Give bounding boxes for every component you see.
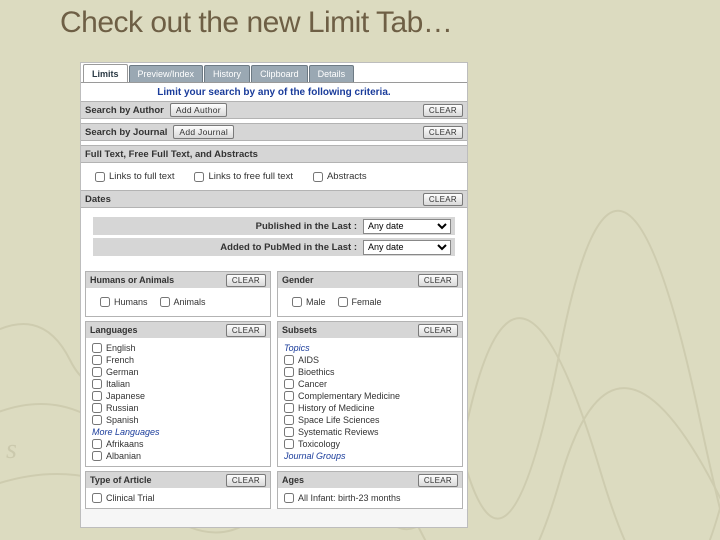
published-last-row: Published in the Last : Any date xyxy=(93,217,455,235)
slide-title: Check out the new Limit Tab… xyxy=(60,6,452,40)
gender-header: Gender xyxy=(282,275,314,285)
add-author-button[interactable]: Add Author xyxy=(170,103,227,117)
check-lang-russian[interactable]: Russian xyxy=(92,403,264,413)
check-topic-space[interactable]: Space Life Sciences xyxy=(284,415,456,425)
ages-header: Ages xyxy=(282,475,304,485)
published-last-label: Published in the Last : xyxy=(97,221,363,232)
clear-journal-button[interactable]: Clear xyxy=(423,126,463,139)
check-female[interactable]: Female xyxy=(338,297,382,307)
humans-header: Humans or Animals xyxy=(90,275,174,285)
section-fulltext-label: Full Text, Free Full Text, and Abstracts xyxy=(85,149,258,160)
clear-humans-button[interactable]: Clear xyxy=(226,274,266,287)
check-lang-french[interactable]: French xyxy=(92,355,264,365)
check-topic-complementary[interactable]: Complementary Medicine xyxy=(284,391,456,401)
languages-header: Languages xyxy=(90,325,138,335)
section-author: Search by Author Add Author Clear xyxy=(81,101,467,119)
check-lang-japanese[interactable]: Japanese xyxy=(92,391,264,401)
limits-panel: Limits Preview/Index History Clipboard D… xyxy=(80,62,468,528)
section-dates-label: Dates xyxy=(85,194,111,205)
section-author-label: Search by Author xyxy=(85,105,164,116)
check-age-all-infant[interactable]: All Infant: birth-23 months xyxy=(284,493,456,503)
section-fulltext: Full Text, Free Full Text, and Abstracts xyxy=(81,145,467,163)
section-dates: Dates Clear xyxy=(81,190,467,208)
journal-groups-label: Journal Groups xyxy=(284,451,456,461)
section-journal: Search by Journal Add Journal Clear xyxy=(81,123,467,141)
clear-gender-button[interactable]: Clear xyxy=(418,274,458,287)
instruction-text: Limit your search by any of the followin… xyxy=(81,83,467,101)
dates-body: Published in the Last : Any date Added t… xyxy=(81,208,467,267)
check-topic-toxicology[interactable]: Toxicology xyxy=(284,439,456,449)
subsets-header: Subsets xyxy=(282,325,317,335)
ages-box: Ages Clear All Infant: birth-23 months xyxy=(277,471,463,509)
check-animals[interactable]: Animals xyxy=(160,297,206,307)
languages-box: Languages Clear English French German It… xyxy=(85,321,271,467)
humans-animals-box: Humans or Animals Clear Humans Animals xyxy=(85,271,271,317)
gender-box: Gender Clear Male Female xyxy=(277,271,463,317)
tab-clipboard[interactable]: Clipboard xyxy=(251,65,308,82)
check-lang-spanish[interactable]: Spanish xyxy=(92,415,264,425)
added-last-row: Added to PubMed in the Last : Any date xyxy=(93,238,455,256)
clear-languages-button[interactable]: Clear xyxy=(226,324,266,337)
check-topic-bioethics[interactable]: Bioethics xyxy=(284,367,456,377)
subsets-box: Subsets Clear Topics AIDS Bioethics Canc… xyxy=(277,321,463,467)
section-journal-label: Search by Journal xyxy=(85,127,167,138)
check-lang-italian[interactable]: Italian xyxy=(92,379,264,389)
clear-author-button[interactable]: Clear xyxy=(423,104,463,117)
check-humans[interactable]: Humans xyxy=(100,297,148,307)
check-lang-albanian[interactable]: Albanian xyxy=(92,451,264,461)
added-last-label: Added to PubMed in the Last : xyxy=(97,242,363,253)
check-abstracts[interactable]: Abstracts xyxy=(313,171,367,182)
tab-preview-index[interactable]: Preview/Index xyxy=(129,65,204,82)
check-lang-english[interactable]: English xyxy=(92,343,264,353)
clear-article-button[interactable]: Clear xyxy=(226,474,266,487)
add-journal-button[interactable]: Add Journal xyxy=(173,125,234,139)
check-links-fulltext[interactable]: Links to full text xyxy=(95,171,174,182)
check-topic-cancer[interactable]: Cancer xyxy=(284,379,456,389)
check-topic-aids[interactable]: AIDS xyxy=(284,355,456,365)
tab-history[interactable]: History xyxy=(204,65,250,82)
svg-text:s: s xyxy=(6,434,17,465)
clear-dates-button[interactable]: Clear xyxy=(423,193,463,206)
check-article-clinical-trial[interactable]: Clinical Trial xyxy=(92,493,264,503)
published-last-select[interactable]: Any date xyxy=(363,219,451,234)
check-male[interactable]: Male xyxy=(292,297,326,307)
check-topic-history[interactable]: History of Medicine xyxy=(284,403,456,413)
check-lang-german[interactable]: German xyxy=(92,367,264,377)
clear-ages-button[interactable]: Clear xyxy=(418,474,458,487)
tab-limits[interactable]: Limits xyxy=(83,64,128,82)
fulltext-body: Links to full text Links to free full te… xyxy=(81,163,467,190)
check-links-free-fulltext[interactable]: Links to free full text xyxy=(194,171,292,182)
article-type-box: Type of Article Clear Clinical Trial xyxy=(85,471,271,509)
tab-row: Limits Preview/Index History Clipboard D… xyxy=(81,63,467,83)
tab-details[interactable]: Details xyxy=(309,65,355,82)
added-last-select[interactable]: Any date xyxy=(363,240,451,255)
topics-label: Topics xyxy=(284,343,456,353)
check-lang-afrikaans[interactable]: Afrikaans xyxy=(92,439,264,449)
more-languages-link[interactable]: More Languages xyxy=(92,427,264,437)
check-topic-systematic[interactable]: Systematic Reviews xyxy=(284,427,456,437)
article-header: Type of Article xyxy=(90,475,152,485)
clear-subsets-button[interactable]: Clear xyxy=(418,324,458,337)
